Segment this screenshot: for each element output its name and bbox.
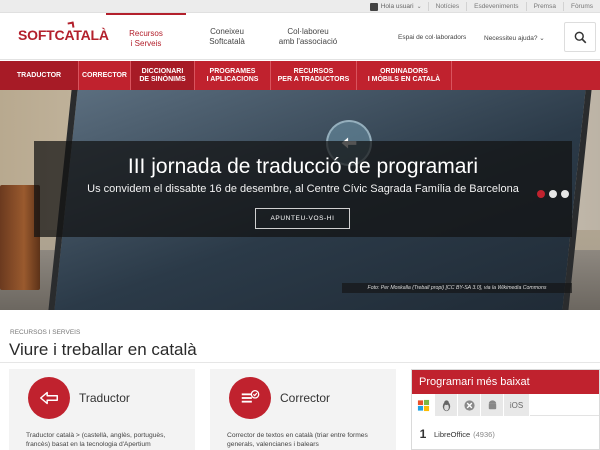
chevron-down-icon: ⌄ (416, 4, 422, 10)
search-icon (574, 31, 586, 43)
most-downloaded-panel: Programari més baixat iOS 1 LibreOffice … (411, 369, 600, 450)
nav-label: Coneixeu Softcatalà (209, 27, 245, 46)
list-item[interactable]: 1 LibreOffice (4936) (412, 425, 599, 443)
espai-collaboradors-link[interactable]: Espai de col·laboradors (398, 34, 466, 41)
card-description: Traductor català > (castellà, anglès, po… (26, 432, 166, 448)
translator-icon (28, 377, 70, 419)
link-premsa[interactable]: Premsa (525, 2, 563, 11)
user-label: Hola usuari (380, 3, 414, 10)
carousel-dot[interactable] (561, 190, 569, 198)
card-title: Corrector (280, 391, 331, 405)
nav-diccionari-sinonims[interactable]: DICCIONARI DE SINÒNIMS (131, 61, 195, 90)
tab-ios[interactable]: iOS (504, 394, 530, 416)
nav-label: RECURSOS PER A TRADUCTORS (277, 67, 350, 83)
nav-recursos-traductors[interactable]: RECURSOS PER A TRADUCTORS (271, 61, 357, 90)
nav-programes-aplicacions[interactable]: PROGRAMES I APLICACIONS (195, 61, 271, 90)
download-count: (4936) (473, 429, 495, 439)
photo-credit[interactable]: Foto: Per Moskalla (Treball propi) [CC B… (342, 283, 572, 293)
os-tabs: iOS (412, 394, 599, 416)
link-forums[interactable]: Fòrums (562, 2, 600, 11)
carousel-dot[interactable] (537, 190, 545, 198)
card-description: Corrector de textos en català (triar ent… (227, 432, 368, 448)
link-esdeveniments[interactable]: Esdeveniments (466, 2, 525, 11)
site-header: SOFTCATALÀ Recursos i Serveis Coneixeu S… (0, 13, 600, 60)
nav-traductor[interactable]: TRADUCTOR (0, 61, 79, 90)
tab-mac[interactable] (458, 394, 481, 416)
nav-coneixeu[interactable]: Coneixeu Softcatalà (192, 13, 262, 60)
page-title: Viure i treballar en català (9, 340, 197, 359)
nav-collaboreu[interactable]: Col·laboreu amb l'associació (268, 13, 348, 60)
nav-label: PROGRAMES I APLICACIONS (206, 67, 259, 83)
nav-label: CORRECTOR (82, 71, 127, 79)
card-title: Traductor (79, 391, 130, 405)
user-icon (369, 2, 378, 11)
hero-caption: III jornada de traducció de programari U… (34, 141, 572, 237)
panel-title: Programari més baixat (412, 370, 599, 394)
nav-ordinadors-mobils[interactable]: ORDINADORS I MÒBILS EN CATALÀ (357, 61, 452, 90)
windows-icon (417, 399, 429, 411)
breadcrumb[interactable]: RECURSOS I SERVEIS (10, 329, 80, 336)
nav-label: ORDINADORS I MÒBILS EN CATALÀ (367, 67, 441, 83)
nav-label: Recursos i Serveis (129, 29, 163, 48)
carousel-dot[interactable] (549, 190, 557, 198)
hero-subtitle: Us convidem el dissabte 16 de desembre, … (87, 183, 519, 195)
android-icon (488, 399, 496, 409)
divider (0, 362, 600, 363)
utility-bar: Hola usuari ⌄ Notícies Esdeveniments Pre… (0, 0, 600, 13)
tab-linux[interactable] (435, 394, 458, 416)
search-button[interactable] (564, 22, 596, 52)
hero-carousel: III jornada de traducció de programari U… (0, 90, 600, 310)
card-traductor[interactable]: Traductor Traductor català > (castellà, … (9, 369, 195, 450)
services-nav: TRADUCTOR CORRECTOR DICCIONARI DE SINÒNI… (0, 61, 600, 90)
logo-mark (67, 21, 75, 29)
rank-number: 1 (419, 427, 427, 441)
nav-corrector[interactable]: CORRECTOR (79, 61, 131, 90)
nav-label: TRADUCTOR (16, 71, 62, 79)
linux-icon (442, 399, 450, 411)
corrector-icon (229, 377, 271, 419)
tab-windows[interactable] (412, 394, 435, 416)
carousel-dots (537, 190, 569, 198)
mac-icon (463, 399, 475, 411)
chevron-down-icon: ⌄ (539, 35, 545, 42)
program-name: LibreOffice (434, 429, 471, 439)
help-menu[interactable]: Necessiteu ajuda? ⌄ (484, 34, 545, 42)
signup-button[interactable]: APUNTEU-VOS-HI (255, 208, 350, 229)
card-corrector[interactable]: Corrector Corrector de textos en català … (210, 369, 396, 450)
nav-recursos-serveis[interactable]: Recursos i Serveis (106, 13, 186, 60)
nav-label: Col·laboreu amb l'associació (278, 27, 338, 46)
hero-title: III jornada de traducció de programari (127, 155, 479, 178)
help-label: Necessiteu ajuda? (484, 35, 538, 42)
user-menu[interactable]: Hola usuari ⌄ (364, 2, 428, 11)
tab-android[interactable] (481, 394, 504, 416)
nav-label: DICCIONARI DE SINÒNIMS (139, 67, 186, 83)
logo[interactable]: SOFTCATALÀ (18, 27, 109, 43)
link-noticies[interactable]: Notícies (427, 2, 466, 11)
